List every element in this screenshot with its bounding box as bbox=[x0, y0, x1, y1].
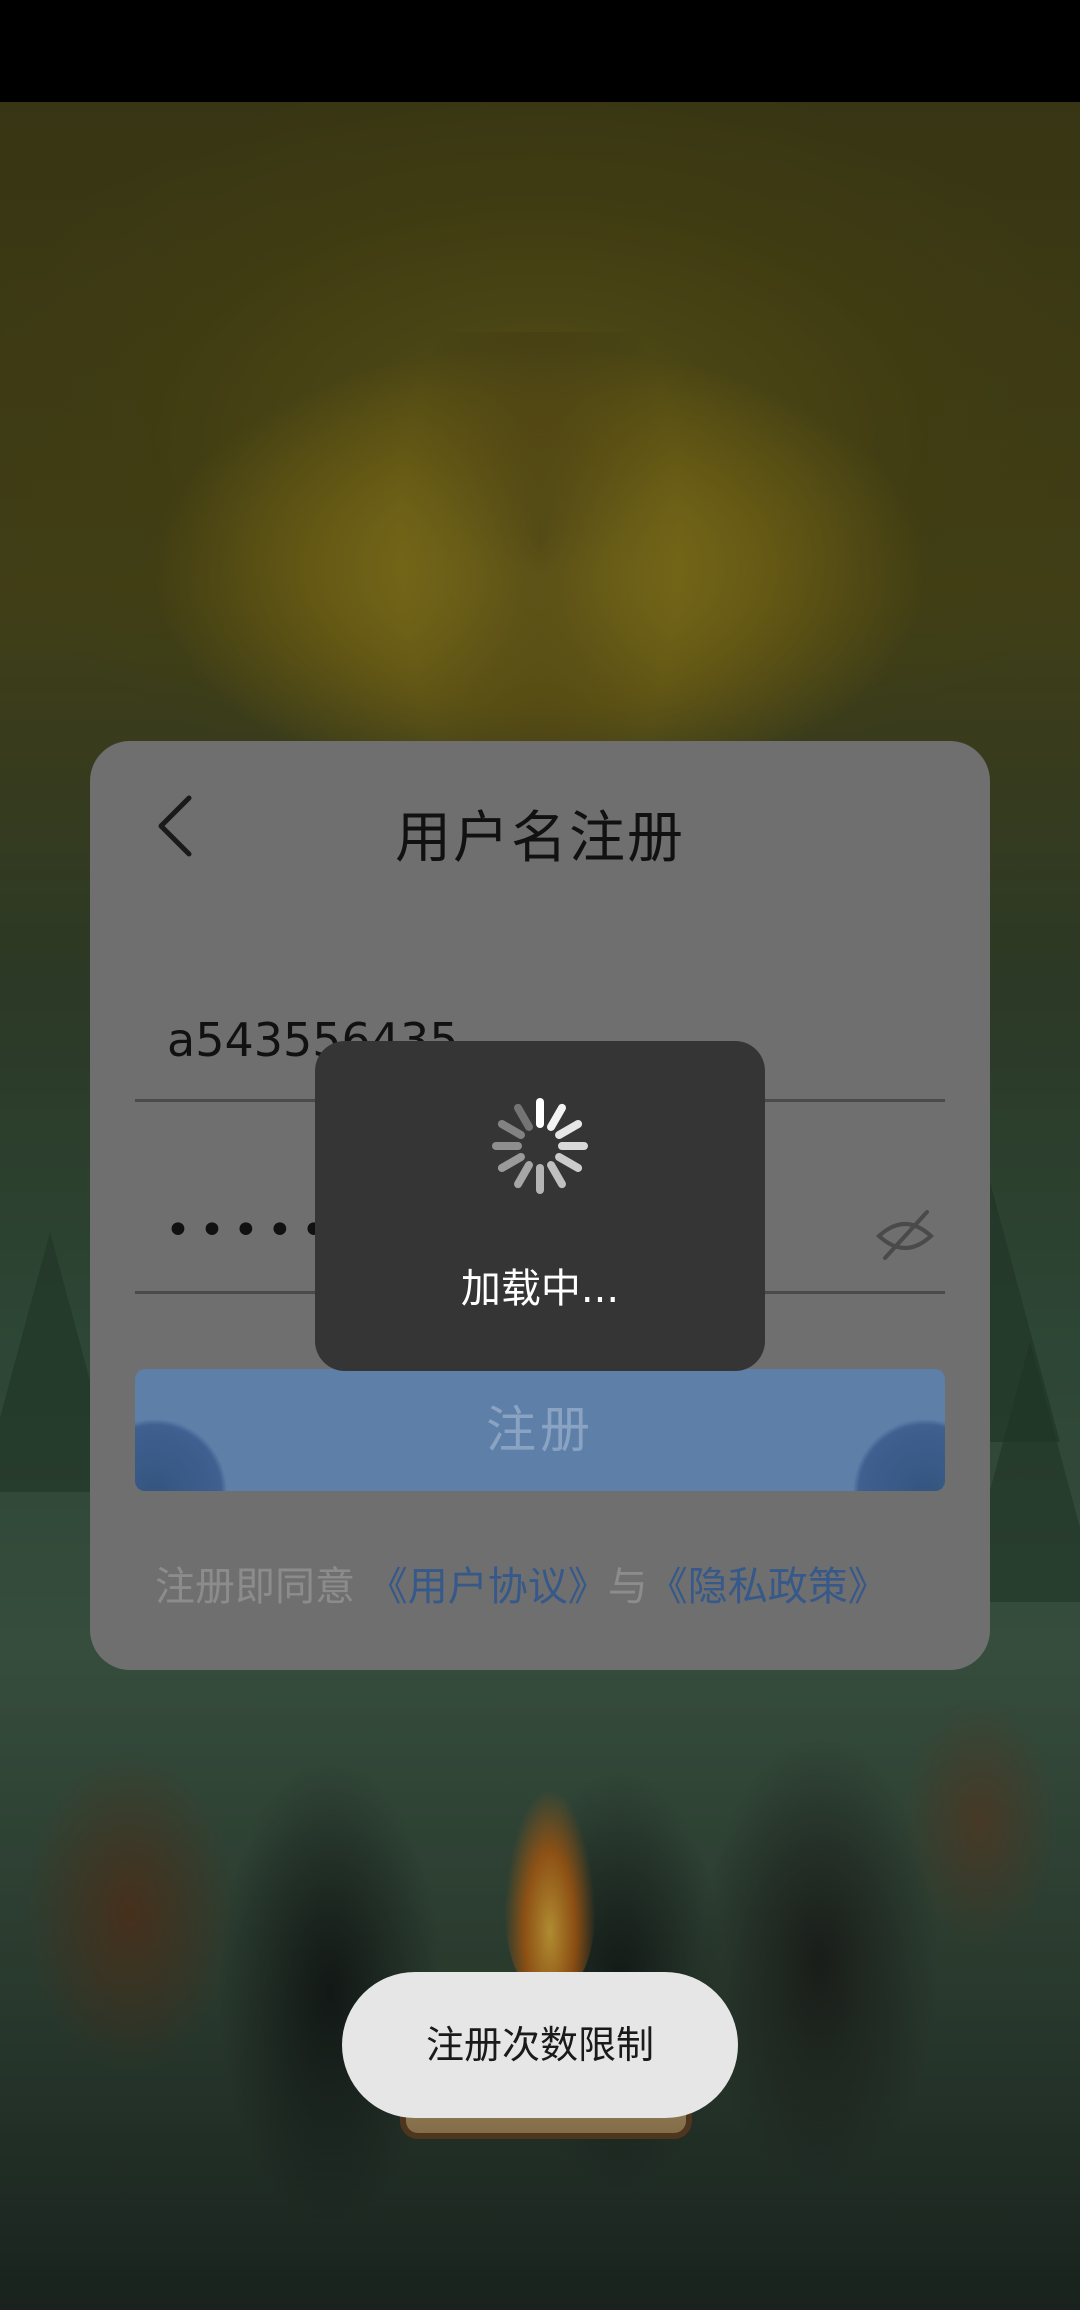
spinner-spoke bbox=[497, 1120, 525, 1139]
agreement-text: 注册即同意 《用户协议》与《隐私政策》 bbox=[155, 1554, 888, 1612]
eye-hidden-icon bbox=[876, 1210, 934, 1260]
register-button-label: 注册 bbox=[486, 1402, 594, 1458]
spinner-spoke bbox=[555, 1153, 583, 1172]
spinner-spoke bbox=[547, 1161, 566, 1189]
spinner-spoke bbox=[497, 1153, 525, 1172]
register-button[interactable]: 注册 bbox=[135, 1369, 945, 1491]
privacy-policy-link[interactable]: 《隐私政策》 bbox=[648, 1564, 888, 1610]
user-agreement-link[interactable]: 《用户协议》 bbox=[368, 1564, 608, 1610]
spinner-spoke bbox=[514, 1161, 533, 1189]
loading-dialog: 加载中... bbox=[315, 1041, 765, 1371]
agreement-conjunction: 与 bbox=[607, 1564, 648, 1610]
dialog-title: 用户名注册 bbox=[395, 806, 685, 871]
status-bar bbox=[0, 0, 1080, 102]
loading-text: 加载中... bbox=[460, 1266, 620, 1312]
toggle-password-visibility[interactable] bbox=[870, 1199, 940, 1269]
spinner-spoke bbox=[555, 1120, 583, 1139]
spinner-icon bbox=[492, 1098, 588, 1194]
spinner-spoke bbox=[547, 1103, 566, 1131]
agreement-prefix: 注册即同意 bbox=[155, 1564, 355, 1610]
toast-message: 注册次数限制 bbox=[342, 1972, 738, 2118]
spinner-spoke bbox=[514, 1103, 533, 1131]
